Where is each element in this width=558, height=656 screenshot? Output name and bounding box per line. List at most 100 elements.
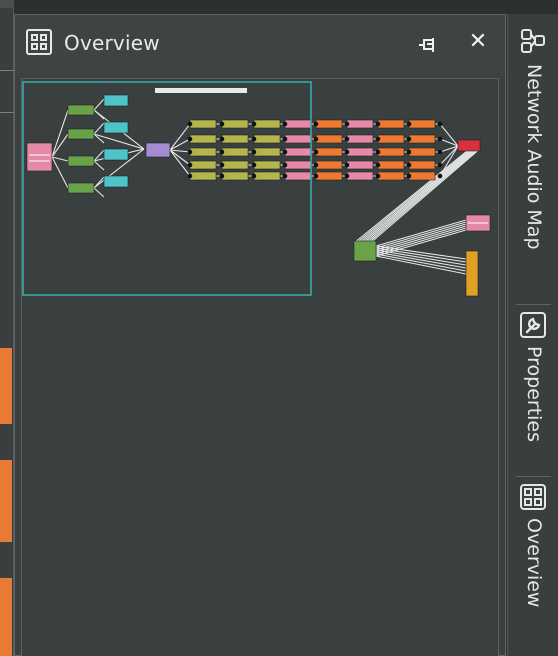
connection-dot <box>406 121 412 127</box>
tab-label: Network Audio Map <box>523 64 545 250</box>
device-node <box>315 119 343 129</box>
overview-canvas[interactable] <box>21 78 499 656</box>
panel-title: Overview <box>64 31 160 55</box>
device-node <box>377 160 405 170</box>
device-node <box>253 147 281 157</box>
connection-dot <box>187 162 193 168</box>
connection-dot <box>282 162 288 168</box>
tab-label: Properties <box>523 346 545 443</box>
connection-dot <box>187 136 193 142</box>
connection-dot <box>375 136 381 142</box>
wrench-icon <box>520 312 546 338</box>
tab-network-audio-map[interactable]: Network Audio Map <box>508 24 558 304</box>
connection-line <box>93 133 145 150</box>
device-node <box>315 134 343 144</box>
device-node <box>284 171 312 181</box>
connection-dot <box>344 136 350 142</box>
device-node <box>346 160 374 170</box>
connection-dot <box>437 136 443 142</box>
connection-dot <box>313 173 319 179</box>
device-node <box>67 155 95 167</box>
device-node <box>408 171 436 181</box>
connection-dot <box>437 121 443 127</box>
connection-dot <box>219 136 225 142</box>
connection-dot <box>375 149 381 155</box>
device-node <box>315 147 343 157</box>
connection-dot <box>437 162 443 168</box>
connection-dot <box>282 121 288 127</box>
connection-dot <box>313 136 319 142</box>
connection-dot <box>406 149 412 155</box>
connection-dot <box>313 121 319 127</box>
device-node <box>103 94 129 107</box>
device-node <box>67 182 95 194</box>
device-node <box>189 134 217 144</box>
connection-dot <box>406 136 412 142</box>
connection-dot <box>313 162 319 168</box>
device-node <box>346 119 374 129</box>
connection-line <box>93 98 105 111</box>
connection-dot <box>344 173 350 179</box>
device-node <box>346 147 374 157</box>
connection-line <box>375 219 467 247</box>
device-node <box>284 119 312 129</box>
pin-icon[interactable] <box>418 37 440 52</box>
connection-dot <box>219 173 225 179</box>
connection-dot <box>282 173 288 179</box>
connection-dot <box>251 149 257 155</box>
connection-dot <box>251 136 257 142</box>
tab-properties[interactable]: Properties <box>508 310 558 470</box>
device-node <box>103 148 129 161</box>
connection-dot <box>375 162 381 168</box>
device-node <box>67 104 95 116</box>
connection-dot <box>344 149 350 155</box>
device-node <box>284 160 312 170</box>
connection-dot <box>187 173 193 179</box>
connection-dot <box>251 121 257 127</box>
device-node <box>145 142 171 158</box>
device-node <box>315 160 343 170</box>
device-node <box>346 134 374 144</box>
overview-grid-icon <box>26 29 52 55</box>
connection-dot <box>406 162 412 168</box>
left-strip-block <box>0 578 12 656</box>
connection-dot <box>344 162 350 168</box>
connection-line <box>51 156 69 162</box>
tab-overview[interactable]: Overview <box>508 482 558 642</box>
connection-line <box>51 156 69 189</box>
left-strip-top <box>0 0 14 8</box>
connection-dot <box>219 149 225 155</box>
connection-line <box>169 123 191 151</box>
device-node <box>189 147 217 157</box>
tab-label: Overview <box>523 518 545 608</box>
device-node <box>353 240 377 262</box>
left-strip-divider <box>0 70 14 71</box>
device-node <box>189 160 217 170</box>
panel-title-bar[interactable]: Overview ✕ <box>15 15 505 77</box>
left-strip-divider <box>0 112 14 113</box>
device-node <box>377 147 405 157</box>
device-node <box>189 119 217 129</box>
device-node <box>26 142 53 172</box>
connection-dot <box>251 173 257 179</box>
device-node <box>377 171 405 181</box>
left-panel-strip <box>0 0 14 656</box>
device-node <box>253 119 281 129</box>
device-node <box>408 134 436 144</box>
device-node <box>377 134 405 144</box>
device-node <box>284 134 312 144</box>
connection-line <box>169 138 191 151</box>
network-overview-map[interactable] <box>22 79 498 656</box>
connection-dot <box>313 149 319 155</box>
device-node <box>189 171 217 181</box>
connection-line <box>93 160 105 171</box>
connection-line <box>93 187 105 198</box>
device-node <box>103 121 129 134</box>
connection-dot <box>219 121 225 127</box>
device-node <box>221 147 249 157</box>
connection-dot <box>437 149 443 155</box>
connection-line <box>375 255 467 275</box>
close-icon[interactable]: ✕ <box>467 31 489 53</box>
connection-dot <box>187 149 193 155</box>
device-node <box>221 134 249 144</box>
